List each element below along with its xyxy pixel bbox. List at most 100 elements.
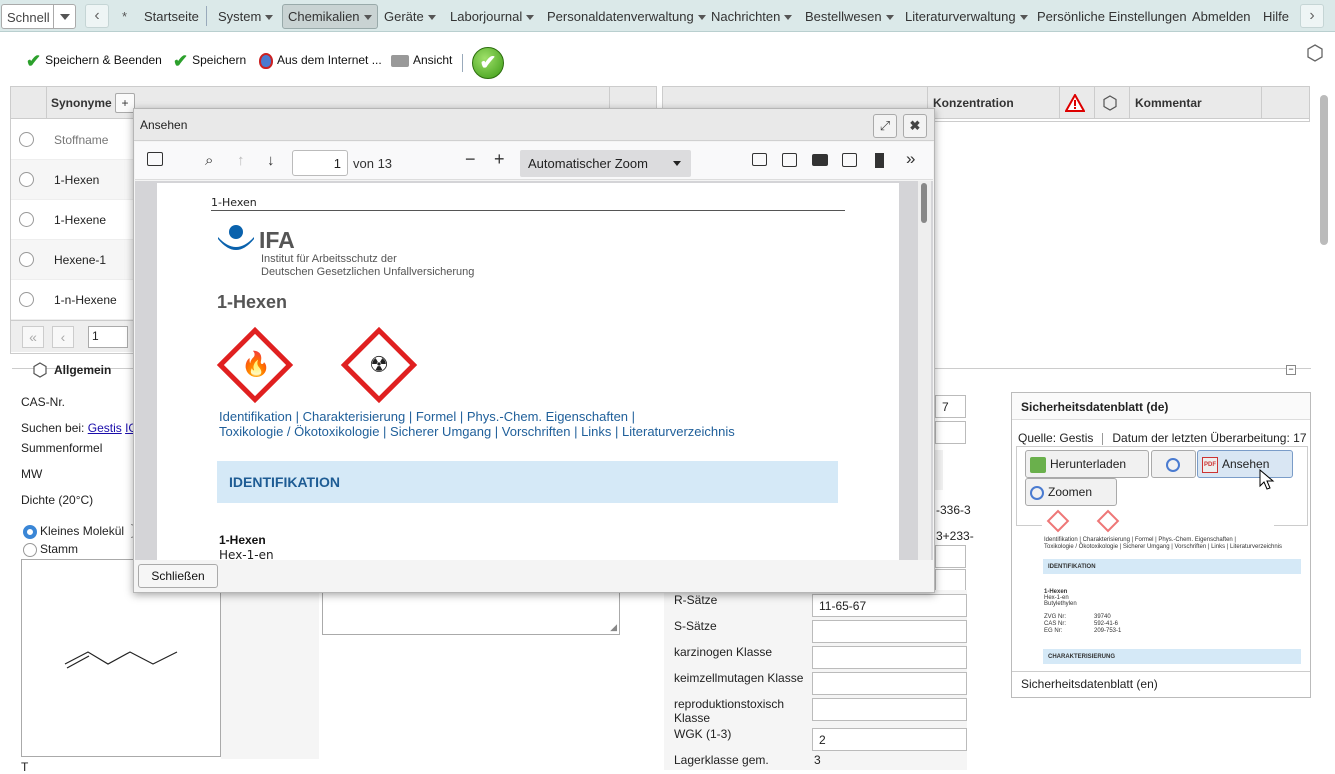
arrow-up-icon[interactable]: ↑: [237, 152, 245, 169]
bottom-label: T: [21, 760, 29, 774]
menu-chemikalien[interactable]: Chemikalien: [282, 4, 378, 29]
menu-hilfe[interactable]: Hilfe: [1258, 6, 1294, 27]
menu-laborjournal[interactable]: Laborjournal: [445, 6, 539, 27]
from-internet-button[interactable]: Aus dem Internet ...: [259, 53, 382, 69]
scrollbar-thumb[interactable]: [921, 183, 927, 223]
first-page-button[interactable]: «: [22, 326, 44, 348]
radio-small-molecule[interactable]: Kleines Molekül: [23, 524, 124, 539]
download-button[interactable]: Herunterladen: [1025, 450, 1149, 478]
zoom-in-icon[interactable]: +: [494, 149, 505, 170]
dialog-title: Ansehen: [140, 118, 188, 132]
ifa-line: Deutschen Gesetzlichen Unfallversicherun…: [261, 266, 475, 278]
toc-link[interactable]: Sicherer Umgang: [390, 424, 491, 439]
carcinogen-field[interactable]: [812, 646, 967, 669]
row-radio[interactable]: [19, 132, 34, 147]
menu-persoenliche-einstellungen[interactable]: Persönliche Einstellungen: [1032, 6, 1192, 27]
presentation-icon[interactable]: [752, 153, 767, 166]
close-button[interactable]: Schließen: [138, 564, 218, 588]
search-pdf-button[interactable]: [1151, 450, 1196, 478]
page-scrollbar[interactable]: [1320, 95, 1328, 245]
menu-abmelden[interactable]: Abmelden: [1187, 6, 1256, 27]
menu-literaturverwaltung[interactable]: Literaturverwaltung: [900, 6, 1033, 27]
print-icon[interactable]: [812, 154, 828, 166]
menu-nachrichten[interactable]: Nachrichten: [706, 6, 797, 27]
maximize-button[interactable]: ⤢: [873, 114, 897, 138]
save-and-close-button[interactable]: ✔ Speichern & Beenden: [26, 52, 162, 70]
more-tools-icon[interactable]: »: [906, 149, 915, 169]
view-pdf-button[interactable]: PDF Ansehen: [1197, 450, 1293, 478]
expand-icon: ⤢: [879, 118, 891, 133]
field-value[interactable]: 7: [935, 395, 966, 418]
toc-link[interactable]: Formel: [416, 409, 456, 424]
toc-link[interactable]: Links: [581, 424, 611, 439]
toc-link[interactable]: Charakterisierung: [303, 409, 406, 424]
reprotox-field[interactable]: [812, 698, 967, 721]
pdf-page-input[interactable]: 1: [292, 150, 348, 176]
zoom-button[interactable]: Zoomen: [1025, 478, 1117, 506]
flame-pictogram-icon: 🔥: [216, 326, 294, 404]
pdf-viewer[interactable]: 1-Hexen IFA Institut für Arbeitsschutz d…: [135, 181, 933, 560]
synonym-row[interactable]: 1-Hexen: [11, 160, 136, 200]
comment-textarea[interactable]: ◢: [322, 590, 620, 635]
close-dialog-button[interactable]: ✖: [903, 114, 927, 138]
add-synonym-button[interactable]: +: [115, 93, 135, 113]
nav-scroll-left-button[interactable]: ‹: [85, 4, 109, 28]
zoom-out-icon[interactable]: −: [465, 149, 476, 170]
menu-geraete[interactable]: Geräte: [379, 6, 441, 27]
s-phrases-label: S-Sätze: [674, 619, 717, 633]
row-radio[interactable]: [19, 172, 34, 187]
mutagen-field[interactable]: [812, 672, 967, 695]
sdb-english-link[interactable]: Sicherheitsdatenblatt (en): [1021, 677, 1158, 691]
pdf-page-count: von 13: [353, 156, 393, 171]
field-value[interactable]: [935, 569, 966, 592]
arrow-down-icon[interactable]: ↓: [267, 152, 275, 169]
search-icon[interactable]: ⌕: [205, 152, 213, 169]
gestis-link[interactable]: Gestis: [88, 421, 122, 435]
bookmark-icon[interactable]: [875, 153, 884, 168]
synonym-row[interactable]: 1-n-Hexene: [11, 280, 136, 320]
download-icon[interactable]: [842, 153, 857, 167]
field-value[interactable]: [935, 421, 966, 444]
nav-scroll-right-button[interactable]: ›: [1300, 4, 1324, 28]
cas-label: CAS-Nr.: [21, 395, 66, 409]
synonym-row[interactable]: Hexene-1: [11, 240, 136, 280]
confirm-check-button[interactable]: ✔: [472, 47, 504, 79]
r-phrases-field[interactable]: 11-65-67: [812, 594, 967, 617]
zoom-select[interactable]: Automatischer Zoom: [520, 150, 691, 177]
resize-handle-icon[interactable]: ◢: [610, 622, 617, 633]
row-radio[interactable]: [19, 292, 34, 307]
sidebar-toggle-icon[interactable]: [147, 152, 163, 166]
hexagon-icon[interactable]: [1306, 44, 1324, 62]
toc-link[interactable]: Toxikologie / Ökotoxikologie: [219, 424, 379, 439]
magnifier-icon: [1165, 457, 1180, 472]
row-radio[interactable]: [19, 212, 34, 227]
menu-startseite[interactable]: Startseite: [139, 6, 204, 27]
save-button[interactable]: ✔ Speichern: [173, 52, 246, 70]
field-value[interactable]: [935, 545, 966, 568]
page-number-input[interactable]: 1: [88, 326, 128, 348]
synonym-row[interactable]: 1-Hexene: [11, 200, 136, 240]
menu-personaldatenverwaltung[interactable]: Personaldatenverwaltung: [542, 6, 711, 27]
row-radio[interactable]: [19, 252, 34, 267]
pdf-scrollbar[interactable]: [918, 181, 931, 560]
view-button[interactable]: Ansicht: [391, 53, 452, 67]
thumb-row: CAS Nr:: [1044, 621, 1067, 627]
open-file-icon[interactable]: [782, 153, 797, 167]
synonym-row[interactable]: Stoffname: [11, 120, 136, 160]
prev-page-button[interactable]: ‹: [52, 326, 74, 348]
quick-select-dropdown[interactable]: [53, 5, 75, 28]
menu-system[interactable]: System: [213, 6, 278, 27]
toc-link[interactable]: Vorschriften: [502, 424, 571, 439]
collapse-button[interactable]: −: [1286, 365, 1296, 375]
quick-select[interactable]: Schnell: [1, 4, 76, 29]
s-phrases-field[interactable]: [812, 620, 967, 643]
toc-link[interactable]: Phys.-Chem. Eigenschaften: [467, 409, 628, 424]
menu-bestellwesen[interactable]: Bestellwesen: [800, 6, 899, 27]
wgk-field[interactable]: 2: [812, 728, 967, 751]
sdb-thumbnail[interactable]: Identifikation | Charakterisierung | For…: [1042, 509, 1301, 674]
toc-link[interactable]: Literaturverzeichnis: [622, 424, 735, 439]
search-label: Suchen bei: Gestis IG: [21, 421, 138, 435]
dialog-titlebar: Ansehen: [134, 109, 934, 141]
radio-stamm[interactable]: Stamm: [23, 542, 78, 557]
toc-link[interactable]: Identifikation: [219, 409, 292, 424]
